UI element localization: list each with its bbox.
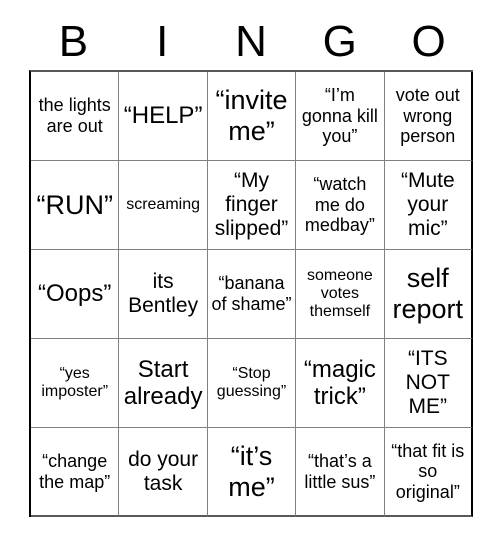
bingo-cell-i3[interactable]: its Bentley <box>119 250 208 339</box>
bingo-cell-n1[interactable]: “invite me” <box>207 72 297 161</box>
bingo-header-letter-b: B <box>58 17 89 66</box>
bingo-cell-text: “HELP” <box>123 102 203 130</box>
bingo-header-letter-g: G <box>322 17 357 66</box>
bingo-cell-n2[interactable]: “My finger slipped” <box>207 161 297 250</box>
bingo-cell-o5[interactable]: “that fit is so original” <box>384 428 473 517</box>
bingo-cell-text: “Oops” <box>38 280 112 308</box>
bingo-cell-text: “change the map” <box>39 450 111 492</box>
bingo-cell-text: “I’m gonna kill you” <box>301 85 378 147</box>
bingo-cell-text: screaming <box>126 195 200 213</box>
bingo-header-row: B I N G O <box>29 14 473 70</box>
bingo-header-letter-n: N <box>235 17 267 66</box>
bingo-cell-n4[interactable]: “Stop guessing” <box>207 339 297 428</box>
bingo-cell-o1[interactable]: vote out wrong person <box>384 72 473 161</box>
bingo-cell-i5[interactable]: do your task <box>119 428 208 517</box>
bingo-cell-text: “watch me do medbay” <box>304 174 375 236</box>
bingo-cell-g2[interactable]: “watch me do medbay” <box>296 161 385 250</box>
bingo-cell-text: its Bentley <box>128 270 199 317</box>
bingo-cell-text: the lights are out <box>38 95 111 136</box>
bingo-cell-text: “magic trick” <box>303 355 376 410</box>
bingo-cell-b1[interactable]: the lights are out <box>31 72 120 161</box>
bingo-cell-g3[interactable]: someone votes themself <box>296 250 385 339</box>
bingo-cell-text: vote out wrong person <box>395 85 460 147</box>
bingo-header-letter-o: O <box>411 17 446 66</box>
bingo-cell-g1[interactable]: “I’m gonna kill you” <box>296 72 385 161</box>
bingo-cell-o2[interactable]: “Mute your mic” <box>384 161 473 250</box>
bingo-cell-g4[interactable]: “magic trick” <box>296 339 385 428</box>
bingo-cell-b2[interactable]: “RUN” <box>31 161 120 250</box>
bingo-cell-text: do your task <box>128 447 199 495</box>
bingo-cell-text: “ITS NOT ME” <box>405 347 450 418</box>
bingo-grid: the lights are out “HELP” “invite me” “I… <box>29 70 473 517</box>
bingo-cell-text: “invite me” <box>215 85 288 146</box>
bingo-cell-o4[interactable]: “ITS NOT ME” <box>384 339 473 428</box>
bingo-cell-text: self report <box>392 263 464 324</box>
bingo-cell-b4[interactable]: “yes imposter” <box>31 339 120 428</box>
bingo-card: B I N G O the lights are out “HELP” “inv… <box>0 0 500 544</box>
bingo-cell-text: “Mute your mic” <box>400 169 455 240</box>
bingo-cell-text: someone votes themself <box>306 266 373 321</box>
bingo-cell-text: “RUN” <box>36 189 113 220</box>
bingo-cell-n3[interactable]: “banana of shame” <box>207 250 297 339</box>
bingo-cell-text: “it’s me” <box>228 440 275 502</box>
bingo-cell-text: “that’s a little sus” <box>304 450 376 492</box>
bingo-cell-text: “My finger slipped” <box>214 169 289 240</box>
bingo-cell-g5[interactable]: “that’s a little sus” <box>296 428 385 517</box>
bingo-cell-o3[interactable]: self report <box>384 250 473 339</box>
bingo-cell-i1[interactable]: “HELP” <box>119 72 208 161</box>
bingo-cell-text: “banana of shame” <box>211 273 292 314</box>
bingo-cell-text: “Stop guessing” <box>216 364 287 400</box>
bingo-cell-text: Start already <box>123 355 203 410</box>
bingo-cell-b5[interactable]: “change the map” <box>31 428 120 517</box>
bingo-cell-i4[interactable]: Start already <box>119 339 208 428</box>
bingo-cell-text: “yes imposter” <box>41 364 109 400</box>
bingo-cell-n5[interactable]: “it’s me” <box>207 428 297 517</box>
bingo-cell-i2[interactable]: screaming <box>119 161 208 250</box>
bingo-header-letter-i: I <box>156 17 169 66</box>
bingo-cell-text: “that fit is so original” <box>391 440 465 502</box>
bingo-cell-b3[interactable]: “Oops” <box>31 250 120 339</box>
